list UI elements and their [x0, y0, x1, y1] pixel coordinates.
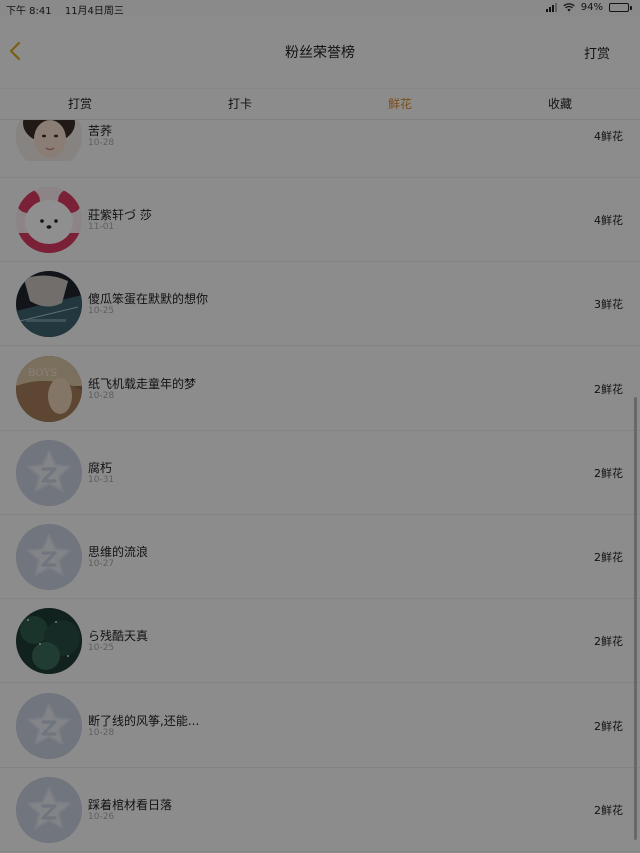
- list-item[interactable]: 思维的流浪 10-27 2鲜花: [0, 515, 640, 599]
- status-right: 94%: [545, 2, 632, 13]
- fan-name: 苦荞: [88, 124, 113, 138]
- list-item[interactable]: ら残酷天真 10-25 2鲜花: [0, 599, 640, 683]
- svg-text:BOYS: BOYS: [28, 368, 57, 379]
- flower-count: 2鲜花: [594, 467, 623, 480]
- fan-ranking-list[interactable]: 苦荞 10-28 4鲜花 莊紫轩づ 莎 11-01 4鲜花 傻瓜笨蛋在默默的想你…: [0, 120, 640, 853]
- fan-date: 10-28: [88, 391, 115, 401]
- tab-flowers[interactable]: 鲜花: [320, 89, 480, 119]
- avatar: [16, 693, 82, 759]
- tab-checkin[interactable]: 打卡: [160, 89, 320, 119]
- fan-date: 10-27: [88, 559, 115, 569]
- page-title: 粉丝荣誉榜: [285, 45, 355, 61]
- fan-name: 踩着棺材看日落: [88, 798, 173, 812]
- flower-count: 4鲜花: [594, 214, 623, 227]
- fan-name: 傻瓜笨蛋在默默的想你: [88, 292, 209, 306]
- list-item[interactable]: BOYS 纸飞机载走童年的梦 10-28 2鲜花: [0, 347, 640, 431]
- list-item[interactable]: 断了线的风筝,还能... 10-28 2鲜花: [0, 684, 640, 768]
- list-item[interactable]: 腐朽 10-31 2鲜花: [0, 431, 640, 515]
- fan-date: 10-26: [88, 812, 115, 822]
- wifi-icon: [563, 3, 575, 12]
- fan-name: 莊紫轩づ 莎: [88, 208, 152, 222]
- list-item[interactable]: 傻瓜笨蛋在默默的想你 10-25 3鲜花: [0, 262, 640, 346]
- avatar: [16, 777, 82, 843]
- battery-icon: [609, 3, 632, 12]
- fan-name: 思维的流浪: [88, 545, 149, 559]
- list-item[interactable]: 苦荞 10-28 4鲜花: [0, 120, 640, 178]
- fan-date: 10-31: [88, 475, 115, 485]
- nav-bar: 粉丝荣誉榜 打赏: [0, 16, 640, 88]
- fan-name: 断了线的风筝,还能...: [88, 714, 200, 728]
- avatar: [16, 608, 82, 674]
- fan-date: 10-25: [88, 306, 115, 316]
- fan-date: 10-25: [88, 643, 115, 653]
- scrollbar[interactable]: [634, 397, 637, 840]
- fan-name: 纸飞机载走童年的梦: [88, 377, 197, 391]
- flower-count: 2鲜花: [594, 551, 623, 564]
- fan-date: 10-28: [88, 138, 115, 148]
- flower-count: 3鲜花: [594, 298, 623, 311]
- avatar: BOYS: [16, 356, 82, 422]
- tab-reward[interactable]: 打赏: [0, 89, 160, 119]
- list-item[interactable]: 踩着棺材看日落 10-26 2鲜花: [0, 768, 640, 852]
- fan-date: 11-01: [88, 222, 115, 232]
- status-left: 下午 8:41 11月4日周三: [6, 2, 134, 17]
- flower-count: 2鲜花: [594, 383, 623, 396]
- fan-name: 腐朽: [88, 461, 113, 475]
- avatar: [16, 440, 82, 506]
- avatar: [16, 524, 82, 590]
- tab-favorites[interactable]: 收藏: [480, 89, 640, 119]
- reward-button[interactable]: 打赏: [584, 43, 610, 62]
- avatar: [16, 187, 82, 253]
- app-screen: 下午 8:41 11月4日周三 94% 粉丝荣誉榜 打赏 打赏 打卡 鲜花 收藏…: [0, 0, 640, 853]
- status-bar: 下午 8:41 11月4日周三 94%: [0, 0, 640, 17]
- tab-bar: 打赏 打卡 鲜花 收藏: [0, 88, 640, 120]
- avatar: [16, 271, 82, 337]
- signal-icon: [545, 3, 557, 12]
- flower-count: 4鲜花: [594, 130, 623, 143]
- flower-count: 2鲜花: [594, 635, 623, 648]
- fan-name: ら残酷天真: [88, 629, 149, 643]
- list-item[interactable]: 莊紫轩づ 莎 11-01 4鲜花: [0, 178, 640, 262]
- avatar: [16, 120, 82, 169]
- flower-count: 2鲜花: [594, 720, 623, 733]
- fan-date: 10-28: [88, 728, 115, 738]
- battery-percent: 94%: [580, 2, 603, 13]
- flower-count: 2鲜花: [594, 804, 623, 817]
